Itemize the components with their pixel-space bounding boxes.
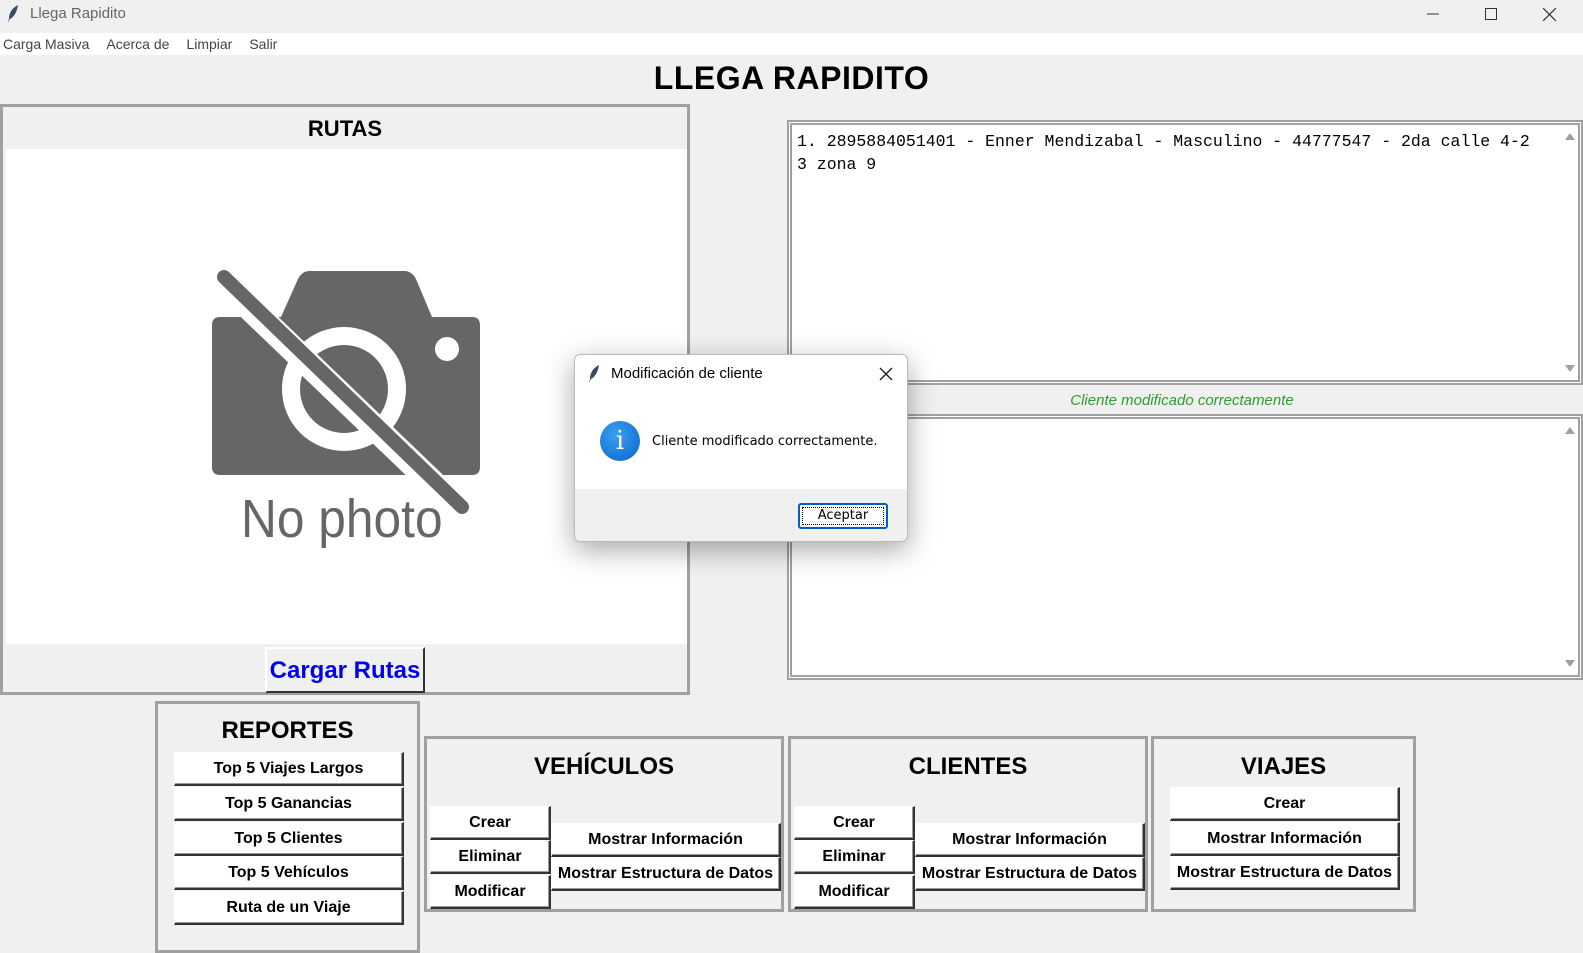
reportes-title: REPORTES (221, 717, 354, 744)
cargar-rutas-button[interactable]: Cargar Rutas (265, 647, 425, 693)
top5-vehiculos-button[interactable]: Top 5 Vehículos (174, 856, 404, 890)
maximize-button[interactable] (1462, 0, 1520, 28)
viajes-mostrar-estructura-button[interactable]: Mostrar Estructura de Datos (1170, 856, 1400, 890)
top5-clientes-button[interactable]: Top 5 Clientes (174, 822, 404, 856)
info-icon: i (600, 421, 640, 461)
clientes-mostrar-informacion-button[interactable]: Mostrar Información (915, 823, 1145, 857)
output-textbox[interactable]: 1. 2895884051401 - Enner Mendizabal - Ma… (787, 120, 1583, 385)
secondary-scrollbar[interactable] (1561, 419, 1578, 675)
scroll-down-icon (1565, 365, 1575, 372)
vehiculos-title: VEHÍCULOS (533, 753, 674, 780)
dialog-body: i Cliente modificado correctamente. (575, 393, 907, 489)
rutas-title: RUTAS (307, 116, 383, 141)
scroll-up-icon (1565, 133, 1575, 140)
vehiculos-modificar-button[interactable]: Modificar (430, 875, 551, 909)
feather-icon (589, 365, 599, 383)
top5-ganancias-button[interactable]: Top 5 Ganancias (174, 787, 404, 821)
ruta-de-un-viaje-button[interactable]: Ruta de un Viaje (174, 891, 404, 925)
top5-viajes-largos-button[interactable]: Top 5 Viajes Largos (174, 752, 404, 786)
minimize-button[interactable] (1404, 0, 1462, 28)
close-icon (1542, 7, 1556, 21)
clientes-mostrar-estructura-button[interactable]: Mostrar Estructura de Datos (915, 857, 1145, 891)
clientes-eliminar-button[interactable]: Eliminar (794, 840, 915, 874)
menu-bar: Carga Masiva Acerca de Limpiar Salir (0, 33, 1583, 55)
viajes-crear-button[interactable]: Crear (1170, 787, 1400, 821)
close-window-button[interactable] (1520, 0, 1578, 28)
app-title: LLEGA RAPIDITO (653, 60, 930, 96)
vehiculos-mostrar-informacion-button[interactable]: Mostrar Información (551, 823, 781, 857)
viajes-mostrar-informacion-button[interactable]: Mostrar Información (1170, 822, 1400, 856)
minimize-icon (1427, 13, 1439, 15)
maximize-icon (1485, 8, 1497, 20)
info-dialog: Modificación de cliente i Cliente modifi… (574, 354, 908, 542)
menu-acerca-de[interactable]: Acerca de (103, 33, 177, 55)
scroll-up-icon (1565, 427, 1575, 434)
output-text: 1. 2895884051401 - Enner Mendizabal - Ma… (797, 132, 1530, 174)
menu-limpiar[interactable]: Limpiar (183, 33, 240, 55)
vehiculos-mostrar-estructura-button[interactable]: Mostrar Estructura de Datos (551, 857, 781, 891)
dialog-close-icon[interactable] (877, 365, 895, 383)
clientes-crear-button[interactable]: Crear (794, 806, 915, 840)
clientes-modificar-button[interactable]: Modificar (794, 875, 915, 909)
vehiculos-crear-button[interactable]: Crear (430, 806, 551, 840)
menu-salir[interactable]: Salir (246, 33, 285, 55)
window-titlebar: Llega Rapidito (0, 0, 1583, 28)
vehiculos-panel: VEHÍCULOS Crear Eliminar Modificar Mostr… (424, 736, 784, 912)
aceptar-button[interactable]: Aceptar (798, 503, 888, 529)
viajes-title: VIAJES (1240, 753, 1327, 780)
dialog-message: Cliente modificado correctamente. (652, 434, 878, 449)
no-photo-text: No photo (241, 488, 443, 548)
feather-icon (8, 5, 18, 23)
menu-carga-masiva[interactable]: Carga Masiva (0, 33, 97, 55)
output-scrollbar[interactable] (1561, 125, 1578, 380)
window-title: Llega Rapidito (30, 5, 126, 22)
viajes-panel: VIAJES Crear Mostrar Información Mostrar… (1151, 736, 1416, 912)
dialog-header: Modificación de cliente (575, 355, 907, 393)
vehiculos-eliminar-button[interactable]: Eliminar (430, 840, 551, 874)
clientes-panel: CLIENTES Crear Eliminar Modificar Mostra… (788, 736, 1148, 912)
reportes-panel: REPORTES Top 5 Viajes Largos Top 5 Ganan… (155, 701, 420, 953)
dialog-title: Modificación de cliente (611, 365, 763, 382)
scroll-down-icon (1565, 660, 1575, 667)
clientes-title: CLIENTES (908, 753, 1028, 780)
